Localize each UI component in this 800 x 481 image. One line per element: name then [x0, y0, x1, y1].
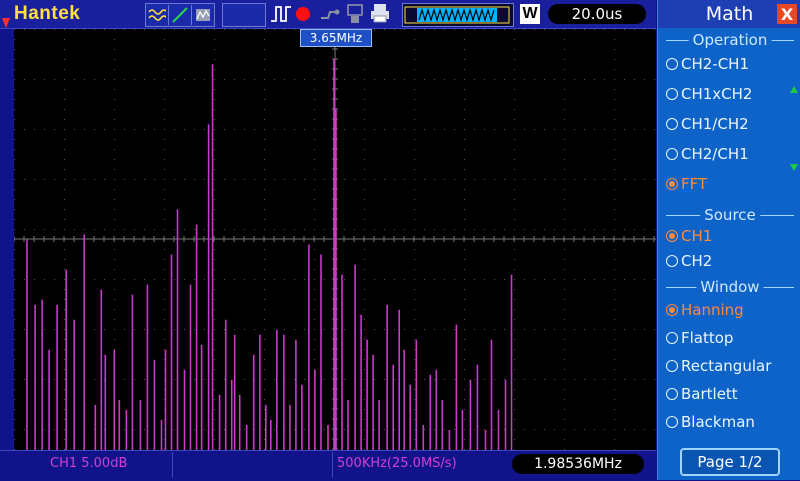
option-label: CH2: [681, 252, 713, 270]
radio-icon: [666, 58, 678, 70]
close-button[interactable]: X: [777, 4, 797, 24]
measured-frequency-readout: 1.98536MHz: [512, 454, 644, 474]
window-option-bartlett[interactable]: Bartlett: [666, 383, 738, 405]
radio-icon: [666, 332, 678, 344]
window-option-flattop[interactable]: Flattop: [666, 327, 733, 349]
menu-title-text: Math: [705, 3, 754, 25]
radio-icon: [666, 360, 678, 372]
record-icon[interactable]: [296, 7, 310, 21]
waveform-icon[interactable]: [146, 5, 169, 25]
operation-option-ch2-minus-ch1[interactable]: CH2-CH1: [666, 53, 749, 75]
radio-icon: [666, 148, 678, 160]
blank-indicator: [222, 3, 266, 27]
operation-option-ch1-div-ch2[interactable]: CH1/CH2: [666, 113, 749, 135]
option-label: CH2-CH1: [681, 55, 750, 73]
gray-wave-icon[interactable]: [192, 5, 214, 25]
cursor-frequency-label: 3.65MHz: [300, 29, 372, 47]
radio-icon: [666, 118, 678, 130]
slope-icon[interactable]: [169, 5, 192, 25]
radio-icon: [666, 416, 678, 428]
radio-icon: [666, 88, 678, 100]
window-option-hanning[interactable]: Hanning: [666, 299, 744, 321]
radio-selected-icon: [666, 178, 678, 190]
source-option-ch2[interactable]: CH2: [666, 250, 712, 272]
option-label: CH1xCH2: [681, 85, 753, 103]
source-option-ch1[interactable]: CH1: [666, 225, 712, 247]
option-label: Flattop: [681, 329, 734, 347]
pulse-icon[interactable]: [270, 5, 292, 27]
option-label: Hanning: [681, 301, 744, 319]
option-label: CH2/CH1: [681, 145, 749, 163]
channel-icons-group: [145, 3, 215, 27]
option-label: Bartlett: [681, 385, 738, 403]
mode-indicator: W: [520, 4, 540, 24]
math-menu-panel: Math X Operation CH2-CH1 CH1xCH2 CH1/CH2…: [657, 0, 800, 480]
scroll-down-icon[interactable]: [790, 164, 798, 171]
radio-icon: [666, 255, 678, 267]
status-divider: [172, 452, 173, 478]
option-label: Rectangular: [681, 357, 772, 375]
window-option-blackman[interactable]: Blackman: [666, 411, 755, 433]
page-button[interactable]: Page 1/2: [680, 448, 780, 476]
operation-header-text: Operation: [688, 31, 772, 49]
option-label: Blackman: [681, 413, 755, 431]
top-toolbar: Hantek W 20.0us: [0, 0, 656, 29]
operation-option-ch1-times-ch2[interactable]: CH1xCH2: [666, 83, 752, 105]
option-label: CH1/CH2: [681, 115, 749, 133]
usb-icon[interactable]: [346, 4, 364, 28]
brand-logo: Hantek: [14, 3, 81, 24]
operation-option-ch2-div-ch1[interactable]: CH2/CH1: [666, 143, 749, 165]
probe-icon[interactable]: [320, 6, 340, 26]
printer-icon[interactable]: [370, 3, 390, 27]
ch1-scale-readout[interactable]: CH1 5.00dB: [50, 456, 127, 471]
option-label: FFT: [681, 175, 708, 193]
radio-icon: [666, 388, 678, 400]
window-header-text: Window: [696, 278, 764, 296]
operation-option-fft[interactable]: FFT: [666, 173, 707, 195]
window-option-rectangular[interactable]: Rectangular: [666, 355, 771, 377]
option-label: CH1: [681, 227, 713, 245]
source-header-text: Source: [700, 206, 760, 224]
fft-chart: [13, 28, 656, 450]
radio-selected-icon: [666, 304, 678, 316]
status-divider: [332, 452, 333, 478]
scroll-up-icon[interactable]: [790, 86, 798, 93]
waveform-memory-indicator[interactable]: [402, 3, 514, 27]
timebase-readout[interactable]: 20.0us: [548, 4, 646, 24]
frequency-span-readout[interactable]: 500KHz(25.0MS/s): [337, 456, 457, 471]
radio-selected-icon: [666, 230, 678, 242]
waveform-display[interactable]: [13, 28, 656, 450]
